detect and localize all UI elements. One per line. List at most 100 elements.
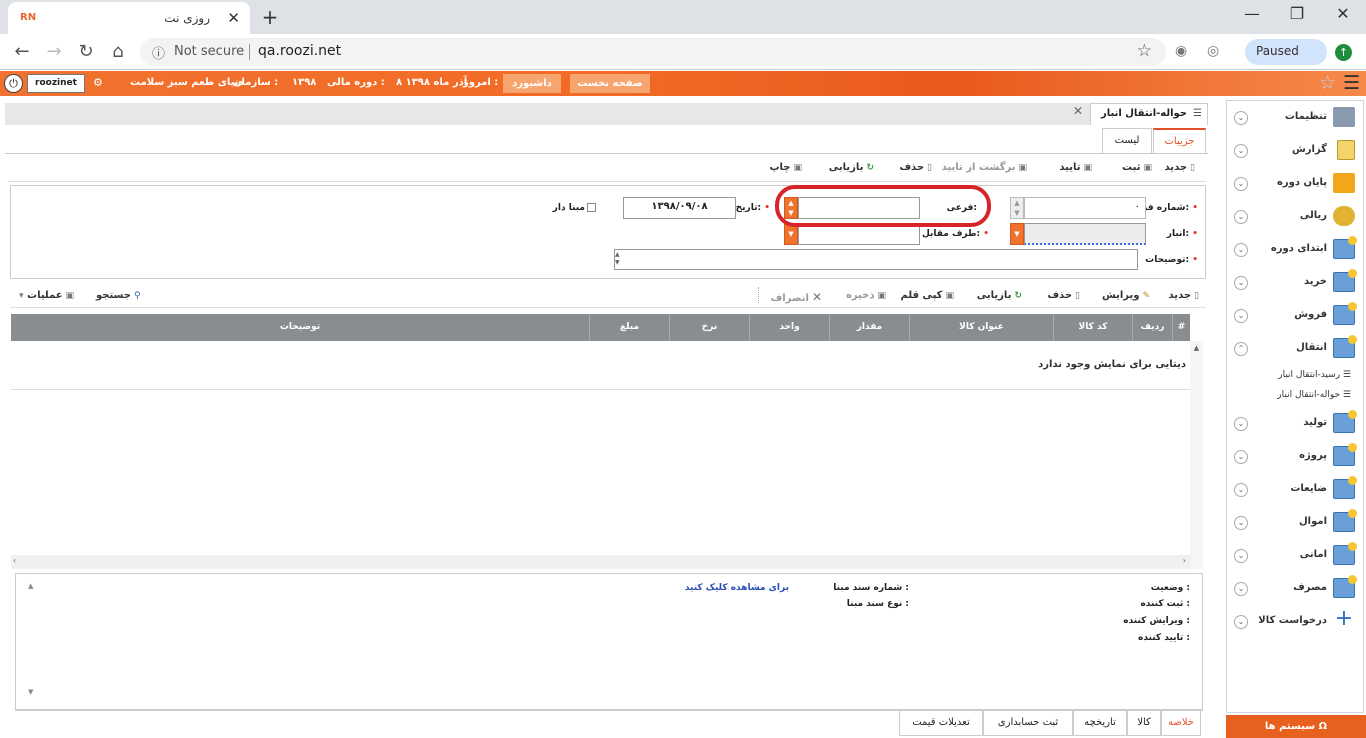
- tab-list[interactable]: لیست: [1102, 128, 1152, 153]
- column-header[interactable]: عنوان کالا: [909, 314, 1053, 341]
- refresh-button[interactable]: بازیابی ↻: [829, 162, 874, 173]
- minimize-icon[interactable]: —: [1237, 4, 1267, 23]
- chevron-up-icon[interactable]: ⌃: [1234, 342, 1248, 356]
- info-icon[interactable]: ⓘ: [152, 43, 165, 62]
- column-header[interactable]: مقدار: [829, 314, 909, 341]
- chevron-down-icon[interactable]: ⌄: [1234, 582, 1248, 596]
- sidebar-item-purchase[interactable]: ⌄ خرید: [1227, 267, 1363, 299]
- browser-tab[interactable]: RN روزی نت ✕: [8, 2, 250, 34]
- column-header[interactable]: #: [1172, 314, 1190, 341]
- close-page-icon[interactable]: ✕: [1073, 104, 1083, 118]
- item-refresh-button[interactable]: بازیابی ↻: [977, 290, 1022, 301]
- forward-icon[interactable]: →: [42, 41, 66, 62]
- favorites-star-icon[interactable]: ☆: [1319, 72, 1336, 94]
- unapprove-button[interactable]: برگشت از تایید ▣: [942, 162, 1027, 173]
- settings-gear-icon[interactable]: ⚙: [93, 76, 103, 89]
- home-icon[interactable]: ⌂: [106, 41, 130, 62]
- column-header[interactable]: توضیحات: [11, 314, 589, 341]
- column-header[interactable]: واحد: [749, 314, 829, 341]
- home-page-button[interactable]: صفحه نخست: [570, 74, 650, 93]
- click-to-view-link[interactable]: برای مشاهده کلیک کنید: [685, 583, 789, 593]
- description-field[interactable]: [614, 249, 1138, 270]
- username-box[interactable]: roozinet: [27, 74, 85, 93]
- chevron-down-icon[interactable]: ⌄: [1234, 483, 1248, 497]
- sidebar-item-project[interactable]: ⌄ پروژه: [1227, 441, 1363, 473]
- extension-eye-icon[interactable]: ◎: [1207, 43, 1219, 59]
- scroll-up-icon[interactable]: ▲: [28, 582, 33, 590]
- chevron-down-icon[interactable]: ⌄: [1234, 243, 1248, 257]
- item-edit-button[interactable]: ویرایش ✎: [1102, 290, 1150, 301]
- sidebar-subitem-receipt-transfer[interactable]: رسید-انتقال انبار ☰: [1278, 370, 1351, 380]
- sidebar-item-goods-request[interactable]: ⌄ درخواست کالا +: [1227, 606, 1363, 638]
- sidebar-subitem-issue-transfer[interactable]: حواله-انتقال انبار ☰: [1277, 390, 1351, 400]
- column-header[interactable]: مبلغ: [589, 314, 669, 341]
- form-number-field[interactable]: ۰: [1024, 197, 1146, 219]
- sidebar-item-consumption[interactable]: ⌄ مصرف: [1227, 573, 1363, 605]
- dashboard-button[interactable]: داشبورد: [503, 74, 561, 93]
- new-button[interactable]: جدید ▯: [1165, 162, 1195, 173]
- tab-history[interactable]: تاریخچه: [1073, 711, 1127, 736]
- scroll-down-icon[interactable]: ▼: [28, 688, 33, 696]
- sidebar-item-assets[interactable]: ⌄ اموال: [1227, 507, 1363, 539]
- chevron-down-icon[interactable]: ⌄: [1234, 210, 1248, 224]
- sidebar-item-sales[interactable]: ⌄ فروش: [1227, 300, 1363, 332]
- print-button[interactable]: چاپ ▣: [769, 162, 802, 173]
- column-header[interactable]: کد کالا: [1053, 314, 1132, 341]
- systems-button[interactable]: سیستم ها Ω: [1226, 715, 1366, 738]
- extension-icon[interactable]: ◉: [1175, 43, 1187, 59]
- save-button[interactable]: ثبت ▣: [1122, 162, 1152, 173]
- column-header[interactable]: ردیف: [1132, 314, 1172, 341]
- delete-button[interactable]: حذف ▯: [899, 162, 932, 173]
- sidebar-item-report[interactable]: ⌄ گزارش: [1227, 135, 1363, 167]
- page-tab[interactable]: ✕ حواله-انتقال انبار ☰: [1073, 103, 1208, 125]
- tab-summary[interactable]: خلاصه: [1161, 711, 1201, 736]
- restore-icon[interactable]: ❐: [1282, 4, 1312, 23]
- bookmark-star-icon[interactable]: ☆: [1137, 41, 1152, 61]
- chevron-down-icon[interactable]: ⌄: [1234, 516, 1248, 530]
- sidebar-item-transfer[interactable]: ⌃ انتقال: [1227, 333, 1363, 365]
- sidebar-item-production[interactable]: ⌄ تولید: [1227, 408, 1363, 440]
- tab-accounting[interactable]: ثبت حسابداری: [983, 711, 1073, 736]
- vertical-scrollbar[interactable]: ▲: [1190, 341, 1203, 569]
- sidebar-item-consignment[interactable]: ⌄ امانی: [1227, 540, 1363, 572]
- update-icon[interactable]: ↑: [1335, 44, 1352, 61]
- menu-hamburger-icon[interactable]: ☰: [1343, 72, 1360, 94]
- chevron-down-icon[interactable]: ⌄: [1234, 144, 1248, 158]
- date-field[interactable]: ۱۳۹۸/۰۹/۰۸: [623, 197, 736, 219]
- approve-button[interactable]: تایید ▣: [1059, 162, 1092, 173]
- warehouse-dropdown-icon[interactable]: ▼: [1010, 223, 1024, 245]
- search-button[interactable]: جستجو ⚲: [96, 290, 141, 301]
- description-resize-icon[interactable]: ▲ ▼: [615, 251, 620, 267]
- power-icon[interactable]: ⏻: [4, 74, 23, 93]
- warehouse-select[interactable]: [1024, 223, 1146, 245]
- tab-goods[interactable]: کالا: [1127, 711, 1161, 736]
- tab-price-adjustments[interactable]: تعدیلات قیمت: [899, 711, 983, 736]
- chevron-down-icon[interactable]: ⌄: [1234, 111, 1248, 125]
- chevron-down-icon[interactable]: ⌄: [1234, 615, 1248, 629]
- has-base-checkbox[interactable]: [587, 203, 596, 212]
- window-close-icon[interactable]: ✕: [1328, 4, 1358, 23]
- sidebar-item-period-end[interactable]: ⌄ پایان دوره: [1227, 168, 1363, 200]
- sidebar-item-settings[interactable]: ⌄ تنظیمات: [1227, 102, 1363, 134]
- close-tab-icon[interactable]: ✕: [227, 9, 240, 27]
- reload-icon[interactable]: ↻: [74, 41, 98, 62]
- new-tab-button[interactable]: +: [258, 6, 282, 30]
- chevron-down-icon[interactable]: ⌄: [1234, 276, 1248, 290]
- sidebar-item-waste[interactable]: ⌄ ضایعات: [1227, 474, 1363, 506]
- sidebar-item-rial[interactable]: ⌄ ریالی: [1227, 201, 1363, 233]
- form-number-stepper[interactable]: ▲ ▼: [1010, 197, 1024, 219]
- chevron-down-icon[interactable]: ⌄: [1234, 177, 1248, 191]
- chevron-down-icon[interactable]: ⌄: [1234, 417, 1248, 431]
- column-header[interactable]: نرخ: [669, 314, 749, 341]
- profile-paused-button[interactable]: Paused: [1245, 39, 1327, 65]
- item-cancel-button[interactable]: انصراف ✕: [771, 290, 822, 304]
- item-save-button[interactable]: ذخیره ▣: [846, 290, 886, 301]
- url-text[interactable]: qa.roozi.net: [258, 43, 341, 59]
- tab-details[interactable]: جزییات: [1153, 128, 1206, 153]
- copy-item-button[interactable]: کپی قلم ▣: [901, 290, 954, 301]
- item-delete-button[interactable]: حذف ▯: [1047, 290, 1080, 301]
- back-icon[interactable]: ←: [10, 41, 34, 62]
- horizontal-scrollbar[interactable]: ‹ ›: [11, 555, 1190, 569]
- omnibox[interactable]: ⓘ Not secure qa.roozi.net ☆: [140, 38, 1166, 66]
- sidebar-item-period-start[interactable]: ⌄ ابتدای دوره: [1227, 234, 1363, 266]
